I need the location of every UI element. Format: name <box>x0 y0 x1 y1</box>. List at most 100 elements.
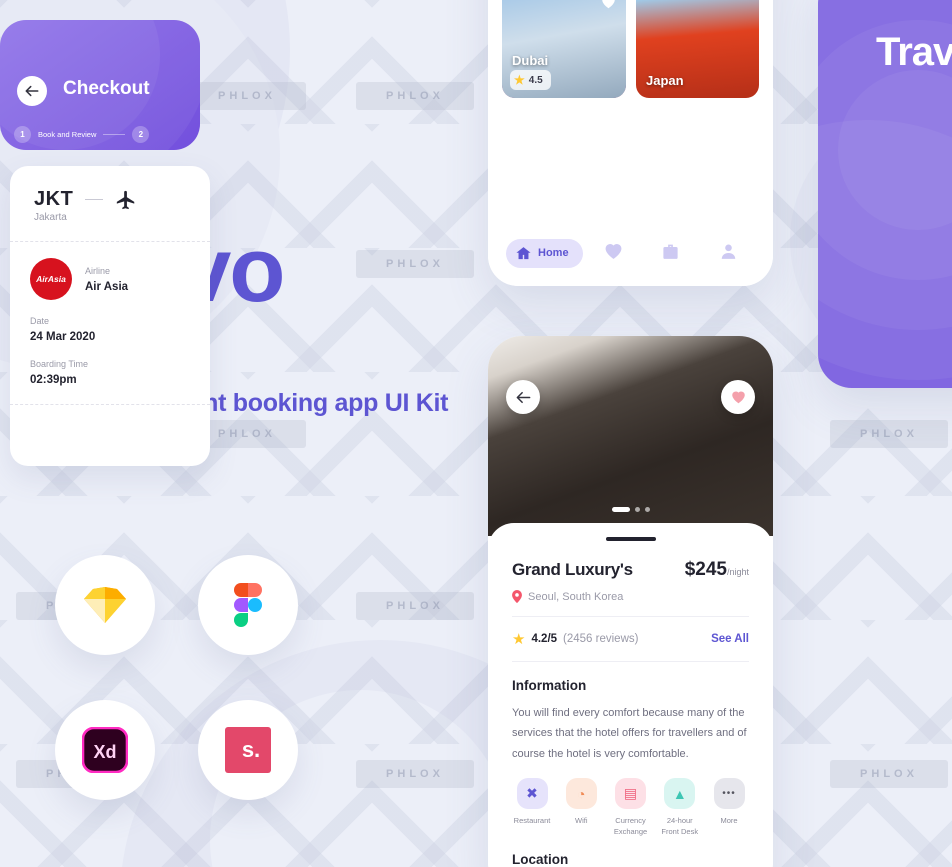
carousel-dot[interactable] <box>634 507 640 512</box>
watermark-tag: PHLOX <box>830 420 948 448</box>
divider <box>10 404 210 405</box>
arrow-left-icon <box>516 391 530 403</box>
route-dash <box>85 199 104 200</box>
divider <box>512 616 749 617</box>
favorite-heart-icon[interactable] <box>598 0 618 12</box>
sidebar-item-favorites[interactable] <box>587 242 640 265</box>
hotel-photo <box>488 336 773 536</box>
location-heading: Location <box>512 851 569 867</box>
information-heading: Information <box>512 678 587 693</box>
see-all-link[interactable]: See All <box>711 633 749 645</box>
sidebar-item-trips[interactable] <box>644 242 697 265</box>
destination-rating: ★ 4.5 <box>510 70 551 90</box>
cutlery-icon: ✖ <box>516 778 548 810</box>
favorite-button[interactable] <box>721 380 755 414</box>
step-label: Book and Review <box>38 130 97 139</box>
figma-glyph <box>234 583 262 627</box>
airline-value: Air Asia <box>85 280 129 293</box>
checkout-title: Checkout <box>63 78 150 99</box>
decorative-ring <box>818 120 952 388</box>
origin-city: Jakarta <box>34 212 67 223</box>
hotel-location: Seoul, South Korea <box>512 590 749 603</box>
adobe-xd-glyph: Xd <box>82 727 128 773</box>
step-number: 1 <box>14 126 31 143</box>
photo-carousel-dots[interactable] <box>611 507 650 512</box>
phone-home-screen: Korea ★ 4.5 Turkey ★ 4.5 Dubai ★ 4.5 <box>488 0 773 286</box>
invision-icon[interactable]: s. <box>198 700 298 800</box>
amenities-list: ✖ Restaurant ◔ Wifi ▤ Currency Exchange … <box>512 778 749 838</box>
divider <box>512 661 749 662</box>
rating-reviews: (2456 reviews) <box>563 633 639 645</box>
amenity-label: Wifi <box>575 816 588 826</box>
phone-splash-screen: Travo <box>818 0 952 388</box>
destination-card[interactable]: Dubai ★ 4.5 <box>502 0 626 98</box>
airline-label: Airline <box>85 265 111 276</box>
phone-hotel-detail: Grand Luxury's $245/night Seoul, South K… <box>488 336 773 867</box>
sidebar-item-label: Home <box>538 247 569 259</box>
svg-text:Xd: Xd <box>93 742 116 762</box>
checkout-step-indicator: 1 Book and Review 2 <box>14 126 150 143</box>
amenity-label: Restaurant <box>513 816 551 826</box>
boarding-value: 02:39pm <box>30 374 77 386</box>
destination-name: Dubai <box>512 53 549 68</box>
star-icon: ★ <box>514 73 525 87</box>
briefcase-icon <box>661 242 680 265</box>
airline-logo: AirAsia <box>30 258 72 300</box>
price-unit: /night <box>726 567 749 577</box>
boarding-label: Boarding Time <box>30 359 89 369</box>
splash-app-title: Travo <box>876 30 952 74</box>
hotel-name: Grand Luxury's <box>512 560 633 579</box>
sidebar-item-profile[interactable] <box>702 242 755 265</box>
sketch-icon[interactable] <box>55 555 155 655</box>
watermark-tag: PHLOX <box>830 760 948 788</box>
date-label: Date <box>30 316 50 326</box>
amenity-currency-exchange[interactable]: ▤ Currency Exchange <box>611 778 651 838</box>
amenity-label: Currency Exchange <box>613 816 648 837</box>
flight-route: JKT <box>10 166 210 211</box>
poster-canvas: PHLOX PHLOX PHLOX PHLOX PHLOX PHLOX PHLO… <box>0 0 952 867</box>
hotel-location-label: Seoul, South Korea <box>528 590 624 603</box>
more-icon: ••• <box>713 778 745 810</box>
map-pin-icon <box>512 590 522 603</box>
star-icon: ★ <box>512 631 526 648</box>
amenity-label: 24-hour Front Desk <box>661 816 699 837</box>
invision-glyph: s. <box>225 727 271 773</box>
step-connector <box>103 134 126 135</box>
drag-handle[interactable] <box>605 537 656 541</box>
wifi-icon: ◔ <box>565 778 597 810</box>
heart-icon <box>731 391 745 404</box>
sketch-glyph <box>84 587 126 623</box>
hotel-rating: ★ 4.2/5 (2456 reviews) <box>512 630 638 648</box>
boarding-row: Boarding Time 02:39pm <box>10 359 210 386</box>
flight-ticket-card: JKT Jakarta AirAsia Airline Air Asia Dat… <box>10 166 210 466</box>
phone-checkout-screen: Checkout 1 Book and Review 2 JKT Jakarta <box>0 0 210 470</box>
hotel-detail-sheet: Grand Luxury's $245/night Seoul, South K… <box>488 523 773 867</box>
carousel-dot[interactable] <box>611 507 630 512</box>
currency-icon: ▤ <box>615 778 646 810</box>
back-button[interactable] <box>17 76 47 106</box>
amenity-label: More <box>720 816 738 826</box>
hotel-description: You will find every comfort because many… <box>512 707 747 760</box>
arrow-left-icon <box>25 85 39 97</box>
figma-icon[interactable] <box>198 555 298 655</box>
carousel-dot[interactable] <box>644 507 650 512</box>
heart-icon <box>604 242 623 265</box>
amenity-wifi[interactable]: ◔ Wifi <box>561 778 601 838</box>
step-number: 2 <box>132 126 150 143</box>
amenity-more[interactable]: ••• More <box>709 778 749 838</box>
sidebar-item-home[interactable]: Home <box>506 238 583 268</box>
hotel-rating-row: ★ 4.2/5 (2456 reviews) See All <box>512 630 749 648</box>
date-row: Date 24 Mar 2020 <box>10 316 210 343</box>
origin-code: JKT <box>34 188 74 210</box>
hotel-price: $245/night <box>684 559 749 580</box>
amenity-front-desk[interactable]: ▲ 24-hour Front Desk <box>660 778 700 838</box>
amenity-restaurant[interactable]: ✖ Restaurant <box>512 778 552 838</box>
date-value: 24 Mar 2020 <box>30 331 96 343</box>
frontdesk-icon: ▲ <box>664 778 696 810</box>
airplane-icon <box>117 190 135 209</box>
airline-row: AirAsia Airline Air Asia <box>10 242 210 300</box>
destination-card[interactable]: Japan <box>636 0 759 98</box>
adobe-xd-icon[interactable]: Xd <box>55 700 155 800</box>
back-button[interactable] <box>506 380 540 414</box>
checkout-header: Checkout 1 Book and Review 2 <box>0 20 200 150</box>
